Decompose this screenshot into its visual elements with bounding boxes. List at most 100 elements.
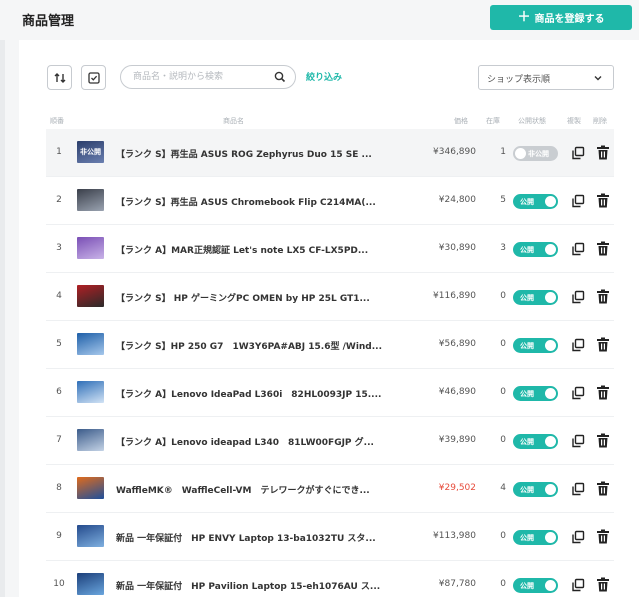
table-row[interactable]: 5 【ランク S】HP 250 G7 1W3Y6PA#ABJ 15.6型 /Wi… — [46, 321, 614, 369]
publish-toggle-label: 公開 — [520, 486, 534, 494]
product-stock: 0 — [500, 387, 506, 397]
publish-toggle-label: 公開 — [520, 534, 534, 542]
publish-toggle[interactable]: 公開 — [513, 194, 558, 209]
product-stock: 0 — [500, 579, 506, 589]
product-price: ¥29,502 — [438, 483, 476, 493]
product-price: ¥87,780 — [438, 579, 476, 589]
scrollbar[interactable] — [0, 40, 5, 597]
row-order: 1 — [56, 147, 62, 157]
copy-icon[interactable] — [571, 242, 585, 256]
search-icon[interactable] — [274, 71, 286, 83]
col-delete: 削除 — [593, 117, 607, 125]
table-row[interactable]: 2 【ランク S】再生品 ASUS Chromebook Flip C214MA… — [46, 177, 614, 225]
table-row[interactable]: 6 【ランク A】Lenovo IdeaPad L360i 82HL0093JP… — [46, 369, 614, 417]
product-stock: 0 — [500, 435, 506, 445]
product-name[interactable]: 【ランク A】Lenovo IdeaPad L360i 82HL0093JP 1… — [116, 387, 406, 400]
toggle-knob — [545, 244, 556, 255]
copy-icon[interactable] — [571, 530, 585, 544]
col-order: 順番 — [50, 117, 64, 125]
product-name[interactable]: 【ランク S】再生品 ASUS Chromebook Flip C214MA(.… — [116, 195, 406, 208]
toggle-knob — [545, 436, 556, 447]
sort-select-value: ショップ表示順 — [487, 75, 551, 85]
table-row[interactable]: 3 【ランク A】MAR正規認証 Let's note LX5 CF-LX5PD… — [46, 225, 614, 273]
product-name[interactable]: 【ランク S】再生品 ASUS ROG Zephyrus Duo 15 SE .… — [116, 147, 406, 160]
row-order: 7 — [56, 435, 62, 445]
publish-toggle-label: 公開 — [520, 246, 534, 254]
trash-icon[interactable] — [596, 385, 610, 400]
publish-toggle[interactable]: 公開 — [513, 338, 558, 353]
product-thumbnail — [77, 525, 104, 547]
trash-icon[interactable] — [596, 433, 610, 448]
copy-icon[interactable] — [571, 338, 585, 352]
app-root: 商品管理 ＋ 商品を登録する 絞り込み — [0, 0, 639, 597]
trash-icon[interactable] — [596, 577, 610, 592]
sort-select[interactable]: ショップ表示順 — [478, 65, 614, 90]
product-name[interactable]: 新品 一年保証付 HP ENVY Laptop 13-ba1032TU スタ..… — [116, 531, 406, 544]
table-row[interactable]: 1 非公開 【ランク S】再生品 ASUS ROG Zephyrus Duo 1… — [46, 129, 614, 177]
toggle-knob — [545, 196, 556, 207]
toggle-knob — [515, 148, 526, 159]
page-title: 商品管理 — [22, 14, 75, 29]
product-thumbnail: 非公開 — [77, 141, 104, 163]
trash-icon[interactable] — [596, 529, 610, 544]
thumb-unpublished-label: 非公開 — [80, 148, 101, 156]
product-stock: 0 — [500, 531, 506, 541]
product-name[interactable]: 【ランク A】Lenovo ideapad L340 81LW00FGJP グ.… — [116, 435, 406, 448]
publish-toggle[interactable]: 公開 — [513, 386, 558, 401]
table-row[interactable]: 10 新品 一年保証付 HP Pavilion Laptop 15-eh1076… — [46, 561, 614, 597]
publish-toggle[interactable]: 公開 — [513, 242, 558, 257]
product-stock: 4 — [500, 483, 506, 493]
plus-icon: ＋ — [517, 10, 531, 25]
search-input[interactable] — [133, 70, 271, 84]
row-order: 4 — [56, 291, 62, 301]
copy-icon[interactable] — [571, 482, 585, 496]
trash-icon[interactable] — [596, 193, 610, 208]
publish-toggle-label: 公開 — [520, 294, 534, 302]
copy-icon[interactable] — [571, 434, 585, 448]
copy-icon[interactable] — [571, 146, 585, 160]
sort-order-button[interactable] — [47, 65, 72, 90]
row-order: 2 — [56, 195, 62, 205]
table-header: 順番 商品名 価格 在庫 公開状態 複製 削除 — [46, 113, 614, 127]
trash-icon[interactable] — [596, 145, 610, 160]
product-price: ¥116,890 — [433, 291, 476, 301]
product-name[interactable]: 【ランク S】 HP ゲーミングPC OMEN by HP 25L GT1... — [116, 291, 406, 304]
publish-toggle[interactable]: 公開 — [513, 434, 558, 449]
table-row[interactable]: 4 【ランク S】 HP ゲーミングPC OMEN by HP 25L GT1.… — [46, 273, 614, 321]
checkbox-icon — [87, 71, 100, 84]
table-row[interactable]: 8 WaffleMK® WaffleCell-VM テレワークがすぐにでき...… — [46, 465, 614, 513]
product-name[interactable]: 【ランク S】HP 250 G7 1W3Y6PA#ABJ 15.6型 /Wind… — [116, 339, 406, 352]
product-thumbnail — [77, 189, 104, 211]
copy-icon[interactable] — [571, 194, 585, 208]
search-box — [120, 65, 296, 89]
product-panel: 絞り込み ショップ表示順 順番 商品名 価格 在庫 公開状態 複製 削除 1 非… — [19, 40, 639, 597]
publish-toggle-label: 公開 — [520, 198, 534, 206]
row-order: 9 — [56, 531, 62, 541]
product-name[interactable]: 新品 一年保証付 HP Pavilion Laptop 15-eh1076AU … — [116, 579, 406, 592]
product-name[interactable]: WaffleMK® WaffleCell-VM テレワークがすぐにでき... — [116, 483, 406, 496]
trash-icon[interactable] — [596, 337, 610, 352]
copy-icon[interactable] — [571, 578, 585, 592]
copy-icon[interactable] — [571, 290, 585, 304]
bulk-select-button[interactable] — [81, 65, 106, 90]
trash-icon[interactable] — [596, 241, 610, 256]
add-product-button[interactable]: ＋ 商品を登録する — [490, 5, 632, 30]
publish-toggle-label: 公開 — [520, 342, 534, 350]
trash-icon[interactable] — [596, 289, 610, 304]
publish-toggle[interactable]: 公開 — [513, 578, 558, 593]
publish-toggle-label: 公開 — [520, 438, 534, 446]
publish-toggle[interactable]: 公開 — [513, 290, 558, 305]
product-name[interactable]: 【ランク A】MAR正規認証 Let's note LX5 CF-LX5PD..… — [116, 243, 406, 256]
product-price: ¥56,890 — [438, 339, 476, 349]
filter-link[interactable]: 絞り込み — [306, 70, 342, 83]
table-row[interactable]: 7 【ランク A】Lenovo ideapad L340 81LW00FGJP … — [46, 417, 614, 465]
publish-toggle[interactable]: 公開 — [513, 482, 558, 497]
row-order: 5 — [56, 339, 62, 349]
publish-toggle[interactable]: 公開 — [513, 530, 558, 545]
row-order: 8 — [56, 483, 62, 493]
copy-icon[interactable] — [571, 386, 585, 400]
table-row[interactable]: 9 新品 一年保証付 HP ENVY Laptop 13-ba1032TU スタ… — [46, 513, 614, 561]
col-copy: 複製 — [567, 117, 581, 125]
publish-toggle[interactable]: 非公開 — [513, 146, 558, 161]
trash-icon[interactable] — [596, 481, 610, 496]
